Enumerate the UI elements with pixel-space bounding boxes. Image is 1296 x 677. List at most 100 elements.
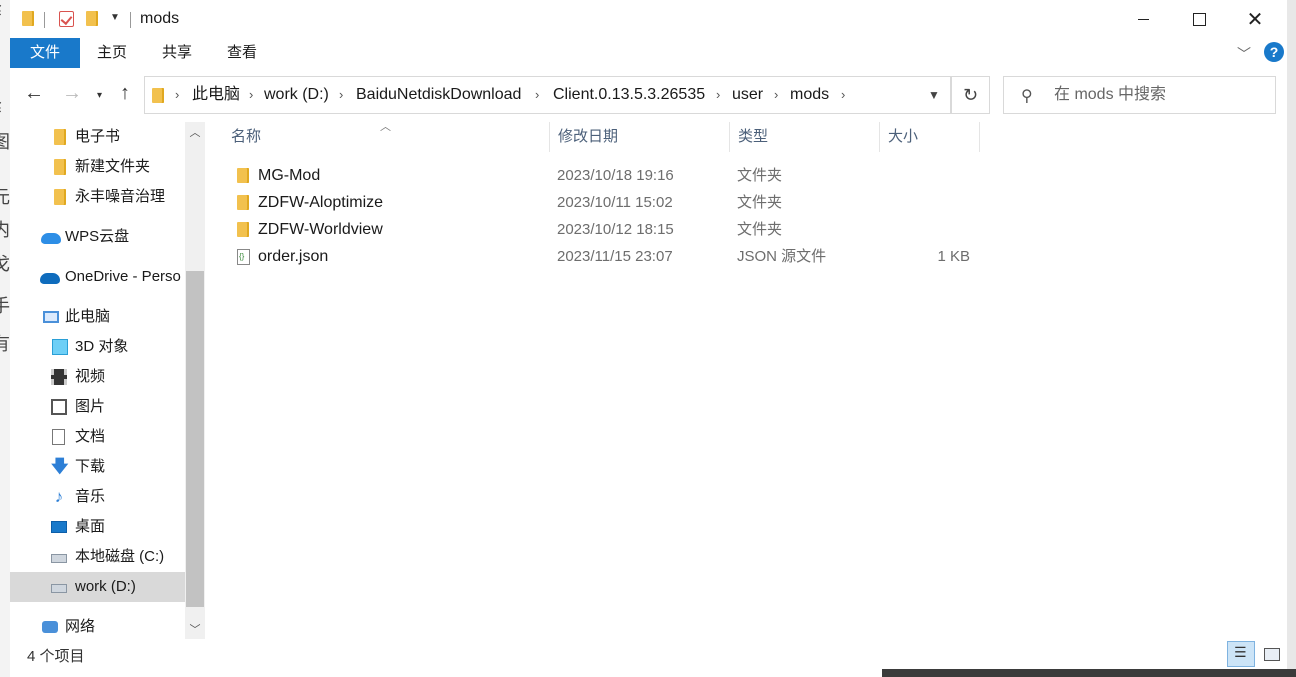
sidebar-item-new-folder[interactable]: 新建文件夹 [10, 152, 185, 182]
forward-arrow-icon[interactable]: → [62, 82, 82, 105]
breadcrumb-item[interactable]: BaiduNetdiskDownload [356, 77, 521, 113]
chevron-right-icon[interactable]: › [535, 77, 539, 113]
column-header-size[interactable]: 大小 [880, 122, 980, 152]
item-count: 4 个项目 [27, 648, 85, 665]
help-icon[interactable]: ? [1264, 42, 1284, 62]
file-type: 文件夹 [737, 194, 783, 211]
sidebar-item-desktop[interactable]: 桌面 [10, 512, 185, 542]
address-history-chevron-icon[interactable]: ▼ [918, 76, 951, 114]
breadcrumb-item[interactable]: 此电脑 [192, 77, 240, 113]
folder-icon [22, 11, 34, 26]
chevron-right-icon[interactable]: › [716, 77, 720, 113]
file-list: ︿ 名称 修改日期 类型 大小 MG-Mod 2023/10/18 19:16 … [205, 121, 1287, 639]
sidebar-item-label: WPS云盘 [65, 228, 130, 245]
large-icons-view-icon[interactable] [1260, 641, 1284, 667]
tab-view[interactable]: 查看 [216, 38, 268, 68]
music-icon: ♪ [54, 487, 64, 506]
sidebar-item-3d-objects[interactable]: 3D 对象 [10, 332, 185, 362]
scroll-down-chevron-icon[interactable]: ﹀ [185, 621, 205, 637]
up-arrow-icon[interactable]: ↑ [120, 82, 130, 105]
drive-icon [51, 584, 67, 593]
recent-locations-chevron-icon[interactable]: ▾ [97, 90, 102, 101]
sidebar-item-label: 3D 对象 [75, 338, 129, 355]
column-header-name[interactable]: 名称 [223, 122, 550, 152]
picture-icon [51, 399, 67, 415]
properties-check-icon[interactable] [59, 11, 74, 27]
folder-icon [54, 159, 66, 175]
folder-icon [152, 88, 164, 103]
chevron-right-icon[interactable]: › [339, 77, 343, 113]
sidebar-item-downloads[interactable]: 🡇 下载 [10, 452, 185, 482]
maximize-button[interactable] [1171, 0, 1227, 38]
quick-access-dropdown-icon[interactable]: ▼ [110, 12, 120, 23]
folder-icon [237, 168, 249, 183]
breadcrumb-item[interactable]: user [732, 77, 763, 113]
tab-share[interactable]: 共享 [151, 38, 203, 68]
folder-icon [237, 195, 249, 210]
sidebar-item-videos[interactable]: 视频 [10, 362, 185, 392]
document-icon [52, 429, 65, 445]
sidebar-item-ebooks[interactable]: 电子书 [10, 122, 185, 152]
sidebar-item-label: 桌面 [75, 518, 106, 535]
chevron-right-icon[interactable]: › [841, 77, 845, 113]
chevron-right-icon[interactable]: › [249, 77, 253, 113]
new-folder-icon[interactable] [86, 11, 98, 26]
sidebar-item-music[interactable]: ♪ 音乐 [10, 482, 185, 512]
chevron-right-icon[interactable]: › [774, 77, 778, 113]
json-file-icon [237, 243, 250, 270]
sidebar-item-label: 此电脑 [65, 308, 111, 325]
sidebar-item-documents[interactable]: 文档 [10, 422, 185, 452]
breadcrumb-item[interactable]: mods [790, 77, 829, 113]
sidebar-item-local-disk-c[interactable]: 本地磁盘 (C:) [10, 542, 185, 572]
sidebar-item-label: work (D:) [75, 578, 136, 595]
folder-icon [237, 222, 249, 237]
file-row[interactable]: ZDFW-Aloptimize 2023/10/11 15:02 文件夹 [230, 189, 990, 216]
sidebar-item-yongfeng[interactable]: 永丰噪音治理 [10, 182, 185, 212]
sidebar-item-work-d[interactable]: work (D:) [10, 572, 185, 602]
search-input[interactable] [1054, 77, 1264, 113]
back-arrow-icon[interactable]: ← [24, 82, 44, 105]
ribbon-tabs: 文件 主页 共享 查看 ﹀ ? [10, 38, 1287, 68]
address-bar[interactable]: › 此电脑 › work (D:) › BaiduNetdiskDownload… [144, 76, 951, 114]
column-header-type[interactable]: 类型 [730, 122, 880, 152]
computer-icon [43, 311, 59, 323]
sidebar-item-label: 本地磁盘 (C:) [75, 548, 165, 565]
sidebar-item-wps-cloud[interactable]: WPS云盘 [10, 222, 185, 252]
network-icon [42, 621, 58, 633]
search-icon: ⚲ [1021, 88, 1033, 105]
cloud-icon [41, 233, 61, 244]
sidebar-item-this-pc[interactable]: 此电脑 [10, 302, 185, 332]
tab-home[interactable]: 主页 [86, 38, 138, 68]
details-view-icon[interactable] [1227, 641, 1255, 667]
sidebar-item-label: 网络 [65, 618, 96, 635]
breadcrumb-item[interactable]: work (D:) [264, 77, 329, 113]
file-name: order.json [258, 248, 329, 265]
tab-file[interactable]: 文件 [10, 38, 80, 68]
sidebar-scroll-thumb[interactable] [186, 271, 204, 607]
minimize-button[interactable] [1115, 0, 1171, 38]
folder-icon [54, 129, 66, 145]
file-name: ZDFW-Aloptimize [258, 194, 384, 211]
background-window: 纟 纟 图 元 内 戈 手 有 [0, 0, 10, 677]
breadcrumb-item[interactable]: Client.0.13.5.3.26535 [553, 77, 705, 113]
background-text: 手 [0, 296, 10, 316]
scroll-up-chevron-icon[interactable]: ︿ [185, 124, 205, 140]
sidebar-item-label: 视频 [75, 368, 106, 385]
file-row[interactable]: order.json 2023/11/15 23:07 JSON 源文件 1 K… [230, 243, 990, 270]
sidebar-item-label: 下载 [75, 458, 106, 475]
expand-ribbon-chevron-icon[interactable]: ﹀ [1237, 44, 1251, 64]
file-row[interactable]: MG-Mod 2023/10/18 19:16 文件夹 [230, 162, 990, 189]
background-text: 内 [0, 220, 10, 240]
close-button[interactable]: ✕ [1227, 0, 1283, 38]
search-box[interactable]: ⚲ [1003, 76, 1276, 114]
refresh-button[interactable]: ↻ [951, 76, 990, 114]
sidebar-item-onedrive[interactable]: OneDrive - Perso [10, 262, 185, 292]
file-row[interactable]: ZDFW-Worldview 2023/10/12 18:15 文件夹 [230, 216, 990, 243]
sidebar-item-network[interactable]: 网络 [10, 612, 185, 639]
onedrive-icon [40, 273, 60, 284]
chevron-right-icon[interactable]: › [175, 77, 179, 113]
title-bar: ▼ mods ✕ [10, 0, 1287, 38]
column-header-date[interactable]: 修改日期 [550, 122, 730, 152]
sidebar-item-label: 文档 [75, 428, 106, 445]
sidebar-item-pictures[interactable]: 图片 [10, 392, 185, 422]
